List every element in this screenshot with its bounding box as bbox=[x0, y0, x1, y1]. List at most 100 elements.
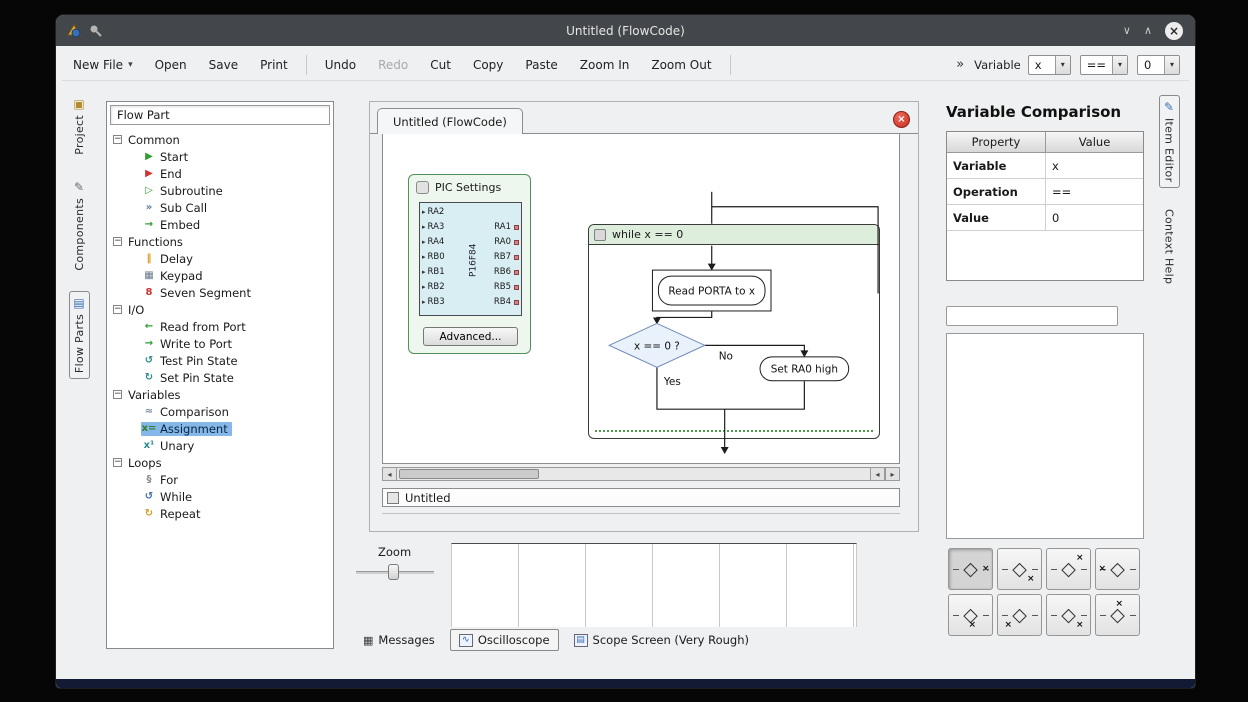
comparison-template-x-top[interactable]: ◇× bbox=[1095, 594, 1140, 636]
pin-pad-icon bbox=[514, 255, 519, 260]
comparison-template-x-bottom-right[interactable]: ◇× bbox=[997, 548, 1042, 590]
property-row-value[interactable]: Value0 bbox=[947, 205, 1143, 231]
tree-expander-icon[interactable]: − bbox=[113, 390, 122, 399]
close-document-button[interactable]: × bbox=[893, 111, 910, 128]
zoom-slider[interactable] bbox=[356, 564, 434, 580]
scroll-left-button-end[interactable]: ◂ bbox=[870, 467, 885, 481]
tab-project[interactable]: ▣ Project bbox=[70, 93, 89, 160]
tree-expander-icon[interactable]: − bbox=[113, 458, 122, 467]
scrollbar-thumb[interactable] bbox=[399, 469, 539, 479]
tree-item-seven-segment[interactable]: 8Seven Segment bbox=[107, 284, 333, 301]
titlebar[interactable]: Untitled (FlowCode) ∨ ∧ × bbox=[56, 15, 1195, 46]
comparison-template-x-bottom-left[interactable]: ◇× bbox=[997, 594, 1042, 636]
tree-item-comparison[interactable]: ≈Comparison bbox=[107, 403, 333, 420]
tree-expander-icon[interactable]: − bbox=[113, 305, 122, 314]
comparison-template-x-right[interactable]: ◇× bbox=[948, 548, 993, 590]
tree-item-start[interactable]: ▶Start bbox=[107, 148, 333, 165]
tab-flow-parts[interactable]: ▤ Flow Parts bbox=[69, 291, 90, 379]
scroll-right-button[interactable]: ▸ bbox=[885, 467, 900, 481]
tree-item-label: Variables bbox=[128, 388, 181, 402]
tab-components[interactable]: ✎ Components bbox=[70, 176, 89, 276]
new-file-button[interactable]: New File ▾ bbox=[62, 54, 144, 76]
tab-messages[interactable]: ▦ Messages bbox=[359, 630, 439, 650]
tree-branch-common[interactable]: −Common bbox=[107, 131, 333, 148]
scroll-left-button[interactable]: ◂ bbox=[382, 467, 397, 481]
tree-item-embed[interactable]: →Embed bbox=[107, 216, 333, 233]
variable-select[interactable]: x ▾ bbox=[1028, 55, 1071, 75]
variable-label: Variable bbox=[974, 58, 1021, 72]
tree-item-write-to-port[interactable]: →Write to Port bbox=[107, 335, 333, 352]
flowchart-canvas[interactable]: while x == 0 PIC Settings ▸RA2▸RA3▸RA4▸R… bbox=[382, 134, 900, 464]
tab-context-help[interactable]: Context Help bbox=[1160, 204, 1179, 289]
tree-expander-icon[interactable]: − bbox=[113, 237, 122, 246]
property-row-variable[interactable]: Variablex bbox=[947, 153, 1143, 179]
comparison-template-x-left[interactable]: ◇× bbox=[1095, 548, 1140, 590]
property-row-operation[interactable]: Operation== bbox=[947, 179, 1143, 205]
paste-button[interactable]: Paste bbox=[514, 54, 568, 76]
tree-item-read-from-port[interactable]: ←Read from Port bbox=[107, 318, 333, 335]
tree-item-keypad[interactable]: ▦Keypad bbox=[107, 267, 333, 284]
pic-settings-panel[interactable]: PIC Settings ▸RA2▸RA3▸RA4▸RB0▸RB1▸RB2▸RB… bbox=[408, 174, 531, 354]
tree-item-test-pin-state[interactable]: ↺Test Pin State bbox=[107, 352, 333, 369]
column-header-property[interactable]: Property bbox=[947, 132, 1046, 153]
while-loop-node[interactable]: while x == 0 bbox=[588, 224, 880, 439]
comparison-template-x-bottom-right-2[interactable]: ◇× bbox=[1046, 594, 1091, 636]
tab-scope-screen[interactable]: ▤ Scope Screen (Very Rough) bbox=[570, 630, 753, 650]
document-tab[interactable]: Untitled (FlowCode) bbox=[377, 108, 523, 134]
shade-button[interactable]: ∨ bbox=[1123, 24, 1131, 37]
tab-item-editor[interactable]: ✎ Item Editor bbox=[1159, 95, 1180, 188]
macro-strip[interactable]: Untitled bbox=[382, 488, 900, 507]
window-bottom-edge bbox=[56, 679, 1195, 688]
zoom-slider-thumb[interactable] bbox=[388, 564, 399, 580]
tree-branch-loops[interactable]: −Loops bbox=[107, 454, 333, 471]
tree-item-set-pin-state[interactable]: ↻Set Pin State bbox=[107, 369, 333, 386]
tree-item-label: Comparison bbox=[160, 405, 229, 419]
tree-item-end[interactable]: ▶End bbox=[107, 165, 333, 182]
scrollbar-track[interactable] bbox=[397, 467, 870, 481]
dropdown-arrow-icon[interactable]: ▾ bbox=[1164, 56, 1179, 74]
zoom-out-button[interactable]: Zoom Out bbox=[640, 54, 722, 76]
tree-item-subroutine[interactable]: ▷Subroutine bbox=[107, 182, 333, 199]
dropdown-arrow-icon[interactable]: ▾ bbox=[1055, 56, 1070, 74]
tree-item-sub-call[interactable]: »Sub Call bbox=[107, 199, 333, 216]
close-button[interactable]: × bbox=[1165, 22, 1183, 40]
maximize-button[interactable]: ∧ bbox=[1144, 24, 1152, 37]
tree-branch-i-o[interactable]: −I/O bbox=[107, 301, 333, 318]
value-select[interactable]: 0 ▾ bbox=[1137, 55, 1180, 75]
comparison-template-grid: ◇×◇×◇×◇×◇×◇×◇×◇× bbox=[948, 548, 1140, 636]
tab-oscilloscope[interactable]: ∿ Oscilloscope bbox=[450, 629, 559, 651]
cut-button[interactable]: Cut bbox=[419, 54, 462, 76]
advanced-button[interactable]: Advanced... bbox=[423, 327, 518, 346]
toolbar-overflow-button[interactable]: » bbox=[956, 57, 964, 72]
tree-item-unary[interactable]: x¹Unary bbox=[107, 437, 333, 454]
undo-button[interactable]: Undo bbox=[314, 54, 367, 76]
open-button[interactable]: Open bbox=[144, 54, 198, 76]
comparison-template-x-top-right[interactable]: ◇× bbox=[1046, 548, 1091, 590]
tree-item-while[interactable]: ↺While bbox=[107, 488, 333, 505]
column-header-value[interactable]: Value bbox=[1046, 132, 1143, 153]
loop-handle-icon[interactable] bbox=[594, 229, 606, 241]
comparison-template-x-bottom[interactable]: ◇× bbox=[948, 594, 993, 636]
tree-expander-icon[interactable]: − bbox=[113, 135, 122, 144]
item-editor-input[interactable] bbox=[946, 306, 1118, 326]
while-loop-header[interactable]: while x == 0 bbox=[589, 225, 879, 245]
copy-button[interactable]: Copy bbox=[462, 54, 514, 76]
tree-branch-functions[interactable]: −Functions bbox=[107, 233, 333, 250]
zoom-in-button[interactable]: Zoom In bbox=[569, 54, 641, 76]
tree-item-for[interactable]: §For bbox=[107, 471, 333, 488]
pin-icon[interactable] bbox=[89, 24, 102, 37]
macro-strip-divider bbox=[382, 513, 900, 514]
tree-item-delay[interactable]: ‖Delay bbox=[107, 250, 333, 267]
tree-item-assignment[interactable]: x=Assignment bbox=[107, 420, 333, 437]
flow-part-header[interactable]: Flow Part bbox=[110, 105, 330, 125]
print-button[interactable]: Print bbox=[249, 54, 299, 76]
tree-item-repeat[interactable]: ↻Repeat bbox=[107, 505, 333, 522]
tree-branch-variables[interactable]: −Variables bbox=[107, 386, 333, 403]
end-icon: ▶ bbox=[141, 168, 157, 179]
item-editor-listbox[interactable] bbox=[946, 333, 1144, 539]
operation-select[interactable]: == ▾ bbox=[1080, 55, 1128, 75]
horizontal-scrollbar[interactable]: ◂ ◂ ▸ bbox=[382, 467, 900, 481]
dropdown-arrow-icon[interactable]: ▾ bbox=[1112, 56, 1127, 74]
save-button[interactable]: Save bbox=[198, 54, 249, 76]
pic-settings-handle-icon[interactable] bbox=[416, 181, 429, 194]
